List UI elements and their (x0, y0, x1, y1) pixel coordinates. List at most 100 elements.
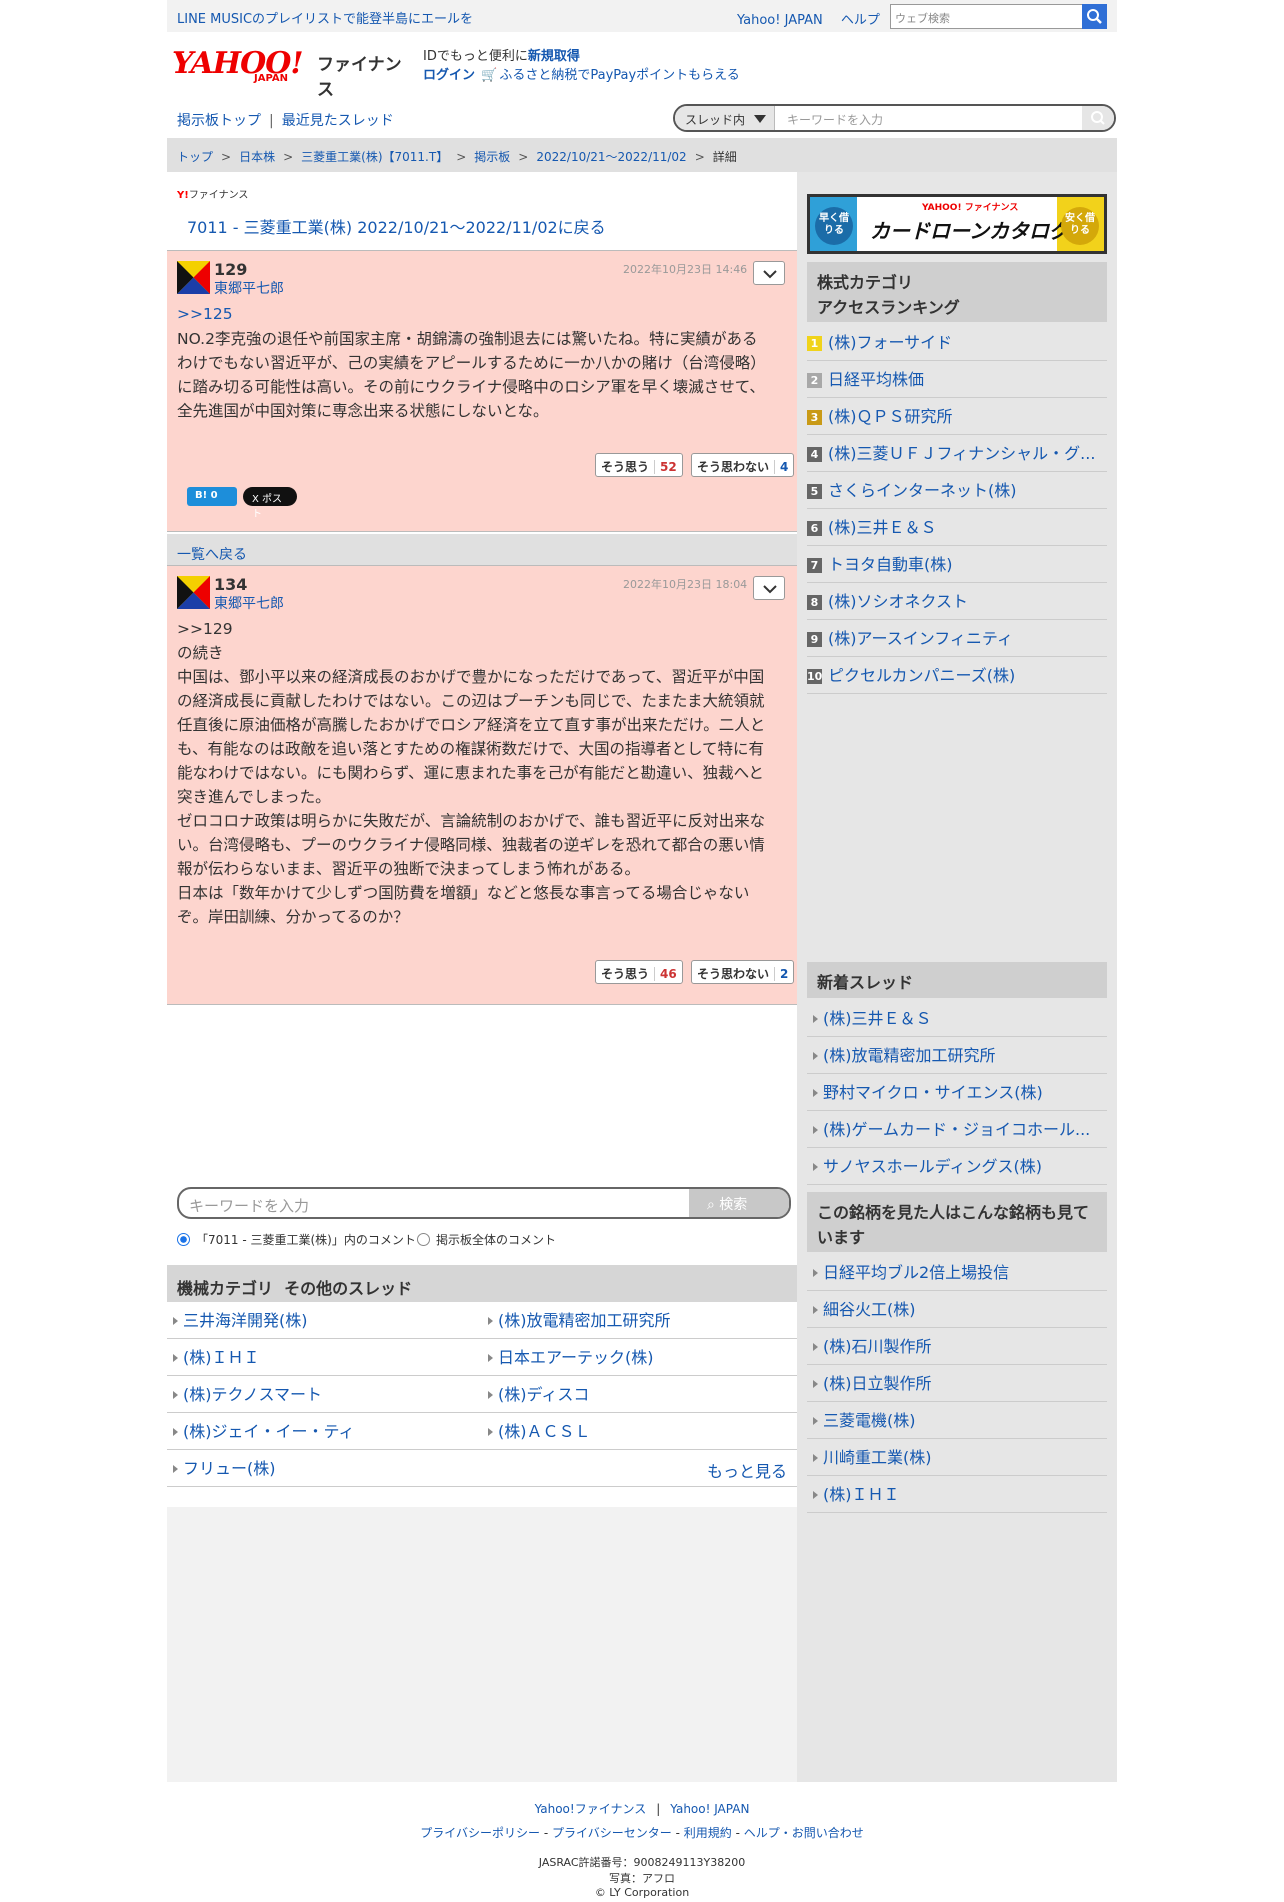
chevron-down-icon (763, 585, 777, 594)
rank-badge: 10 (807, 669, 823, 684)
yahoo-japan-link[interactable]: Yahoo! JAPAN (737, 13, 823, 28)
also-viewed-link[interactable]: 三菱電機(株) (807, 1402, 1107, 1439)
disagree-button[interactable]: そう思わない 2 (691, 960, 795, 984)
logo-sub: JAPAN (254, 73, 288, 84)
new-thread-link[interactable]: (株)放電精密加工研究所 (807, 1037, 1107, 1074)
x-post-button[interactable]: X ポスト (243, 487, 297, 520)
furusato-link[interactable]: ふるさと納税でPayPayポイントもらえる (499, 68, 739, 83)
disagree-label: そう思わない (697, 967, 770, 981)
top-bar: LINE MUSICのプレイリストで能登半島にエールを Yahoo! JAPAN… (167, 0, 1117, 32)
agree-count: 46 (654, 967, 677, 981)
ranking-item[interactable]: 1 (株)フォーサイド (807, 324, 1107, 361)
privacy-policy-link[interactable]: プライバシーポリシー (420, 1826, 540, 1840)
new-thread-link[interactable]: (株)三井Ｅ＆Ｓ (807, 1000, 1107, 1037)
other-thread-link[interactable]: 三井海洋開発(株) (167, 1302, 482, 1339)
post-body: >>129 の続き 中国は、鄧小平以来の経済成長のおかげで豊かになっただけであっ… (177, 620, 766, 926)
more-threads-link[interactable]: もっと見る (707, 1458, 787, 1482)
yahoo-finance-logo[interactable]: YAHOO! JAPAN ファイナンス (172, 46, 412, 100)
footer-yahoo-link[interactable]: Yahoo! JAPAN (670, 1802, 749, 1816)
search-icon: ⌕ (707, 1197, 720, 1213)
login-link[interactable]: ログイン (423, 68, 475, 83)
ranking-item[interactable]: 8 (株)ソシオネクスト (807, 583, 1107, 620)
agree-button[interactable]: そう思う 52 (595, 453, 683, 477)
other-thread-link[interactable]: フリュー(株) (167, 1450, 797, 1487)
ranking-item[interactable]: 5 さくらインターネット(株) (807, 472, 1107, 509)
recent-threads-link[interactable]: 最近見たスレッド (282, 113, 394, 129)
post-menu-button[interactable] (753, 576, 785, 600)
ranking-item[interactable]: 6 (株)三井Ｅ＆Ｓ (807, 509, 1107, 546)
reply-link[interactable]: >>125 (177, 302, 787, 326)
disagree-button[interactable]: そう思わない 4 (691, 453, 795, 477)
other-thread-link[interactable]: 日本エアーテック(株) (482, 1339, 797, 1376)
also-viewed-link[interactable]: (株)ＩＨＩ (807, 1476, 1107, 1513)
post-date: 2022年10月23日 18:04 (623, 578, 748, 591)
logo-service: ファイナンス (317, 55, 402, 100)
cart-icon: 🛒 (481, 68, 498, 83)
board-top-link[interactable]: 掲示板トップ (177, 113, 261, 129)
breadcrumb-stock[interactable]: 三菱重工業(株)【7011.T】 (301, 150, 448, 164)
post-author[interactable]: 東郷平七郎 (214, 593, 284, 613)
scope-select[interactable]: スレッド内 (675, 106, 775, 130)
breadcrumb-period[interactable]: 2022/10/21〜2022/11/02 (536, 150, 686, 164)
breadcrumb-board[interactable]: 掲示板 (474, 150, 510, 164)
breadcrumb-current: 詳細 (712, 150, 737, 164)
back-to-thread-link[interactable]: 7011 - 三菱重工業(株) 2022/10/21〜2022/11/02に戻る (187, 214, 606, 238)
post-menu-button[interactable] (753, 261, 785, 285)
ranking-item[interactable]: 10 ピクセルカンパニーズ(株) (807, 657, 1107, 694)
search-icon (1087, 9, 1102, 24)
ranking-item[interactable]: 7 トヨタ自動車(株) (807, 546, 1107, 583)
thread-search-button[interactable] (1082, 106, 1114, 130)
also-viewed-link[interactable]: 川崎重工業(株) (807, 1439, 1107, 1476)
other-thread-link[interactable]: (株)ディスコ (482, 1376, 797, 1413)
finance-small-logo: Y!ファイナンス (177, 190, 249, 201)
ranking-item[interactable]: 9 (株)アースインフィニティ (807, 620, 1107, 657)
other-thread-link[interactable]: (株)ＩＨＩ (167, 1339, 482, 1376)
breadcrumb-jp-stocks[interactable]: 日本株 (239, 150, 275, 164)
radio-thread[interactable]: 「7011 - 三菱重工業(株)」内のコメント (177, 1231, 416, 1248)
thread-search-input[interactable]: キーワードを入力 (787, 111, 883, 128)
ranking-item[interactable]: 4 (株)三菱ＵＦＪフィナンシャル・グ... (807, 435, 1107, 472)
signup-link[interactable]: 新規取得 (528, 49, 580, 64)
other-thread-link[interactable]: (株)放電精密加工研究所 (482, 1302, 797, 1339)
other-thread-link[interactable]: (株)ＡＣＳＬ (482, 1413, 797, 1450)
agree-label: そう思う (601, 460, 650, 474)
help-link[interactable]: ヘルプ (841, 13, 880, 28)
also-viewed-link[interactable]: (株)石川製作所 (807, 1328, 1107, 1365)
breadcrumb-top[interactable]: トップ (177, 150, 213, 164)
radio-all[interactable]: 掲示板全体のコメント (417, 1231, 556, 1248)
new-thread-link[interactable]: 野村マイクロ・サイエンス(株) (807, 1074, 1107, 1111)
terms-link[interactable]: 利用規約 (684, 1826, 732, 1840)
rank-badge: 4 (807, 447, 822, 462)
hatena-bookmark-button[interactable]: B! 0 (187, 487, 237, 506)
promo-link[interactable]: LINE MUSICのプレイリストで能登半島にエールを (177, 8, 473, 27)
post-author[interactable]: 東郷平七郎 (214, 278, 284, 298)
comment-search-input[interactable]: キーワードを入力 (189, 1195, 309, 1216)
help-contact-link[interactable]: ヘルプ・お問い合わせ (744, 1826, 864, 1840)
ranking-item-label: (株)三井Ｅ＆Ｓ (828, 518, 937, 537)
rank-badge: 2 (807, 373, 822, 388)
agree-button[interactable]: そう思う 46 (595, 960, 683, 984)
also-viewed-link[interactable]: 細谷火工(株) (807, 1291, 1107, 1328)
ranking-item-label: さくらインターネット(株) (828, 481, 1017, 500)
ranking-item[interactable]: 2 日経平均株価 (807, 361, 1107, 398)
ad-banner[interactable]: 早く借りる YAHOO! ファイナンス カードローンカタログ 安く借りる (807, 194, 1107, 254)
ranking-title: 株式カテゴリ アクセスランキング (807, 262, 1107, 322)
web-search-button[interactable] (1082, 4, 1107, 29)
also-viewed-link[interactable]: 日経平均ブル2倍上場投信 (807, 1254, 1107, 1291)
web-search-input[interactable]: ウェブ検索 (890, 4, 1090, 29)
rank-badge: 6 (807, 521, 822, 536)
also-viewed-link[interactable]: (株)日立製作所 (807, 1365, 1107, 1402)
comment-search-button[interactable]: ⌕ 検索 (689, 1189, 789, 1217)
id-block: IDでもっと便利に新規取得 ログイン 🛒 ふるさと納税でPayPayポイントもらえ… (423, 47, 740, 85)
new-thread-link[interactable]: (株)ゲームカード・ジョイコホール... (807, 1111, 1107, 1148)
ranking-item-label: ピクセルカンパニーズ(株) (828, 666, 1016, 685)
footer-finance-link[interactable]: Yahoo!ファイナンス (535, 1802, 647, 1816)
caret-down-icon (754, 115, 766, 123)
post-number: 134 (214, 575, 248, 594)
ranking-item[interactable]: 3 (株)ＱＰＳ研究所 (807, 398, 1107, 435)
new-thread-link[interactable]: サノヤスホールディングス(株) (807, 1148, 1107, 1185)
other-thread-link[interactable]: (株)ジェイ・イー・ティ (167, 1413, 482, 1450)
privacy-center-link[interactable]: プライバシーセンター (552, 1826, 672, 1840)
other-thread-link[interactable]: (株)テクノスマート (167, 1376, 482, 1413)
rank-badge: 1 (807, 336, 822, 351)
